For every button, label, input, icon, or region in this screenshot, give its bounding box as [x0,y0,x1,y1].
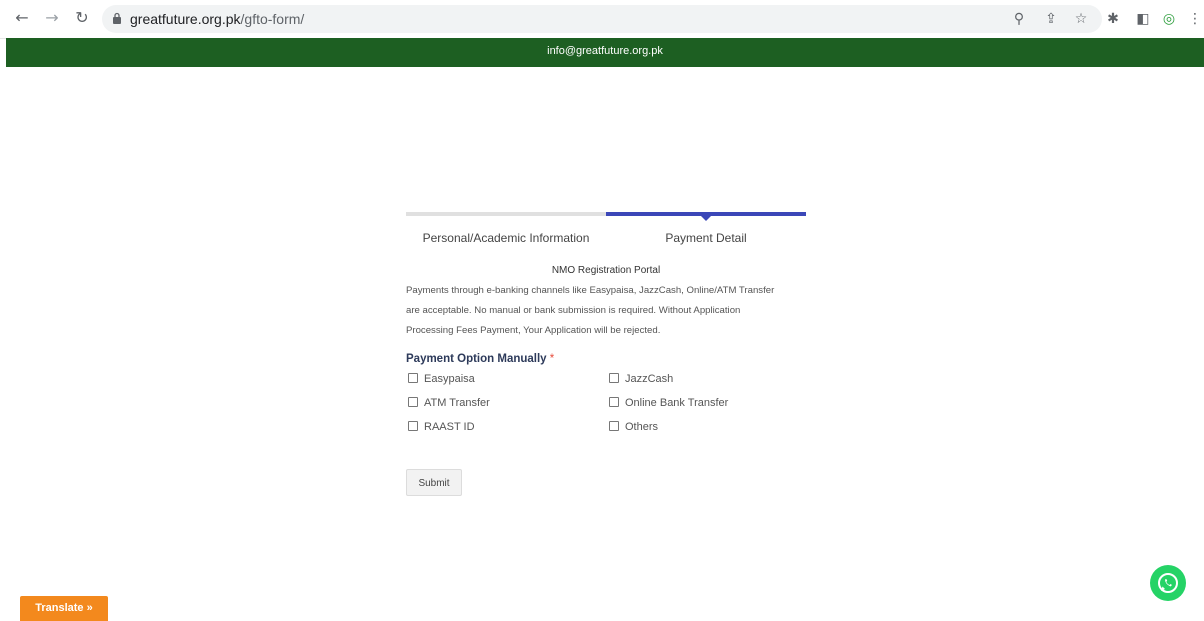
step-payment-detail[interactable]: Payment Detail [606,231,806,245]
option-raast-id[interactable]: RAAST ID [408,421,475,435]
extension-badge-icon[interactable]: ◎ [1160,10,1178,28]
sidebar-icon[interactable]: ◧ [1134,10,1152,28]
menu-icon[interactable]: ⋮ [1186,10,1204,28]
payment-option-label: Payment Option Manually * [406,353,555,365]
checkbox[interactable] [609,421,619,431]
step-progress-inactive [406,212,606,216]
whatsapp-icon [1158,573,1178,593]
star-icon[interactable]: ☆ [1072,10,1090,28]
checkbox[interactable] [408,397,418,407]
whatsapp-button[interactable] [1150,565,1186,601]
checkbox[interactable] [609,397,619,407]
address-bar[interactable]: greatfuture.org.pk/gfto-form/ [102,5,1102,33]
forward-icon[interactable]: → [42,8,62,28]
zoom-icon[interactable]: ⚲ [1010,10,1028,28]
form-steps: Personal/Academic Information Payment De… [406,212,806,252]
extensions-icon[interactable]: ✱ [1104,10,1122,28]
url-text: greatfuture.org.pk/gfto-form/ [130,11,305,27]
checkbox[interactable] [408,421,418,431]
option-easypaisa[interactable]: Easypaisa [408,373,475,387]
lock-icon [113,12,121,24]
description-line: are acceptable. No manual or bank submis… [406,305,741,316]
option-others[interactable]: Others [609,421,658,435]
option-atm-transfer[interactable]: ATM Transfer [408,397,490,411]
checkbox[interactable] [609,373,619,383]
registration-form: Personal/Academic Information Payment De… [406,212,806,496]
site-topbar: info@greatfuture.org.pk [6,38,1204,67]
browser-toolbar: ← → ↻ greatfuture.org.pk/gfto-form/ ⚲ ⇪ … [0,0,1204,39]
description-line: Processing Fees Payment, Your Applicatio… [406,325,661,336]
required-mark: * [549,353,555,365]
active-step-caret [701,216,711,221]
checkbox[interactable] [408,373,418,383]
back-icon[interactable]: ← [12,8,32,28]
description-line: Payments through e-banking channels like… [406,285,775,296]
payment-description: Payments through e-banking channels like… [406,281,810,341]
portal-title: NMO Registration Portal [551,265,661,276]
submit-button[interactable]: Submit [406,469,462,496]
step-personal-academic[interactable]: Personal/Academic Information [406,231,606,245]
option-online-bank-transfer[interactable]: Online Bank Transfer [609,397,728,411]
translate-button[interactable]: Translate » [20,596,108,621]
contact-email[interactable]: info@greatfuture.org.pk [6,45,1204,57]
share-icon[interactable]: ⇪ [1042,10,1060,28]
reload-icon[interactable]: ↻ [72,8,92,28]
option-jazzcash[interactable]: JazzCash [609,373,673,387]
